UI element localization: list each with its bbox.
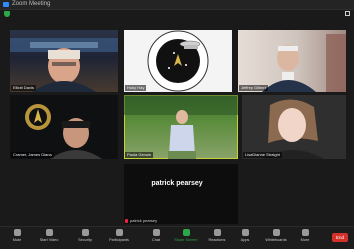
smiley-icon xyxy=(213,229,221,236)
participant-name: Elliott Davis xyxy=(11,85,36,91)
participant-name: Hoky Hay xyxy=(125,85,147,91)
video-camera-icon xyxy=(45,229,53,236)
speaker-name-display: patrick pearsey xyxy=(151,180,203,187)
end-meeting-button[interactable]: End xyxy=(332,233,348,242)
video-tile-4[interactable]: Cramer, James Diana xyxy=(10,95,118,159)
apps-icon xyxy=(241,229,249,236)
participant-video xyxy=(242,95,346,159)
muted-mic-icon xyxy=(125,218,128,223)
participants-button[interactable]: Participants xyxy=(106,229,132,242)
more-button[interactable]: More xyxy=(292,229,318,242)
whiteboard-icon xyxy=(272,229,280,236)
participant-video xyxy=(10,38,118,92)
shield-icon[interactable] xyxy=(4,11,10,17)
reactions-button[interactable]: Reactions xyxy=(204,229,230,242)
participant-name: Cramer, James Diana xyxy=(11,152,54,158)
zoom-app-icon xyxy=(3,2,9,7)
share-screen-button[interactable]: Share Screen xyxy=(173,229,199,242)
video-tile-2[interactable]: Hoky Hay xyxy=(124,30,232,92)
mute-button[interactable]: Mute xyxy=(4,229,30,242)
chat-button[interactable]: Chat xyxy=(143,229,169,242)
participant-name: LisaDianne Straight xyxy=(243,152,282,158)
participant-video xyxy=(262,34,346,92)
speaker-name-label: patrick pearsey xyxy=(125,218,157,223)
start-video-button[interactable]: Start Video xyxy=(36,229,62,242)
view-button[interactable] xyxy=(345,11,350,16)
video-tile-5-active-speaker[interactable]: Paula Genuis xyxy=(124,95,238,159)
video-tile-7-camera-off[interactable] xyxy=(124,164,238,224)
share-screen-icon xyxy=(182,229,190,236)
meeting-toolbar: Mute Start Video Security Participants C… xyxy=(0,226,354,249)
participant-video xyxy=(124,95,238,159)
more-icon xyxy=(301,229,309,236)
chat-icon xyxy=(152,229,160,236)
shield-icon xyxy=(81,229,89,236)
enterprise-emblem xyxy=(147,30,209,92)
security-button[interactable]: Security xyxy=(72,229,98,242)
microphone-icon xyxy=(13,229,21,236)
participant-name: Paula Genuis xyxy=(125,152,154,158)
participant-name: Jeffrey Gilbert xyxy=(239,85,268,91)
meeting-top-bar xyxy=(0,10,354,18)
video-tile-6[interactable]: LisaDianne Straight xyxy=(242,95,346,159)
apps-button[interactable]: Apps xyxy=(232,229,258,242)
grid-view-icon xyxy=(345,11,350,16)
window-title: Zoom Meeting xyxy=(12,1,51,7)
participants-icon xyxy=(115,229,123,236)
video-tile-1[interactable]: Elliott Davis xyxy=(10,30,118,92)
whiteboards-button[interactable]: Whiteboards xyxy=(263,229,289,242)
video-tile-3[interactable]: Jeffrey Gilbert xyxy=(238,30,346,92)
title-bar: Zoom Meeting xyxy=(0,0,354,10)
participant-video xyxy=(25,104,102,159)
